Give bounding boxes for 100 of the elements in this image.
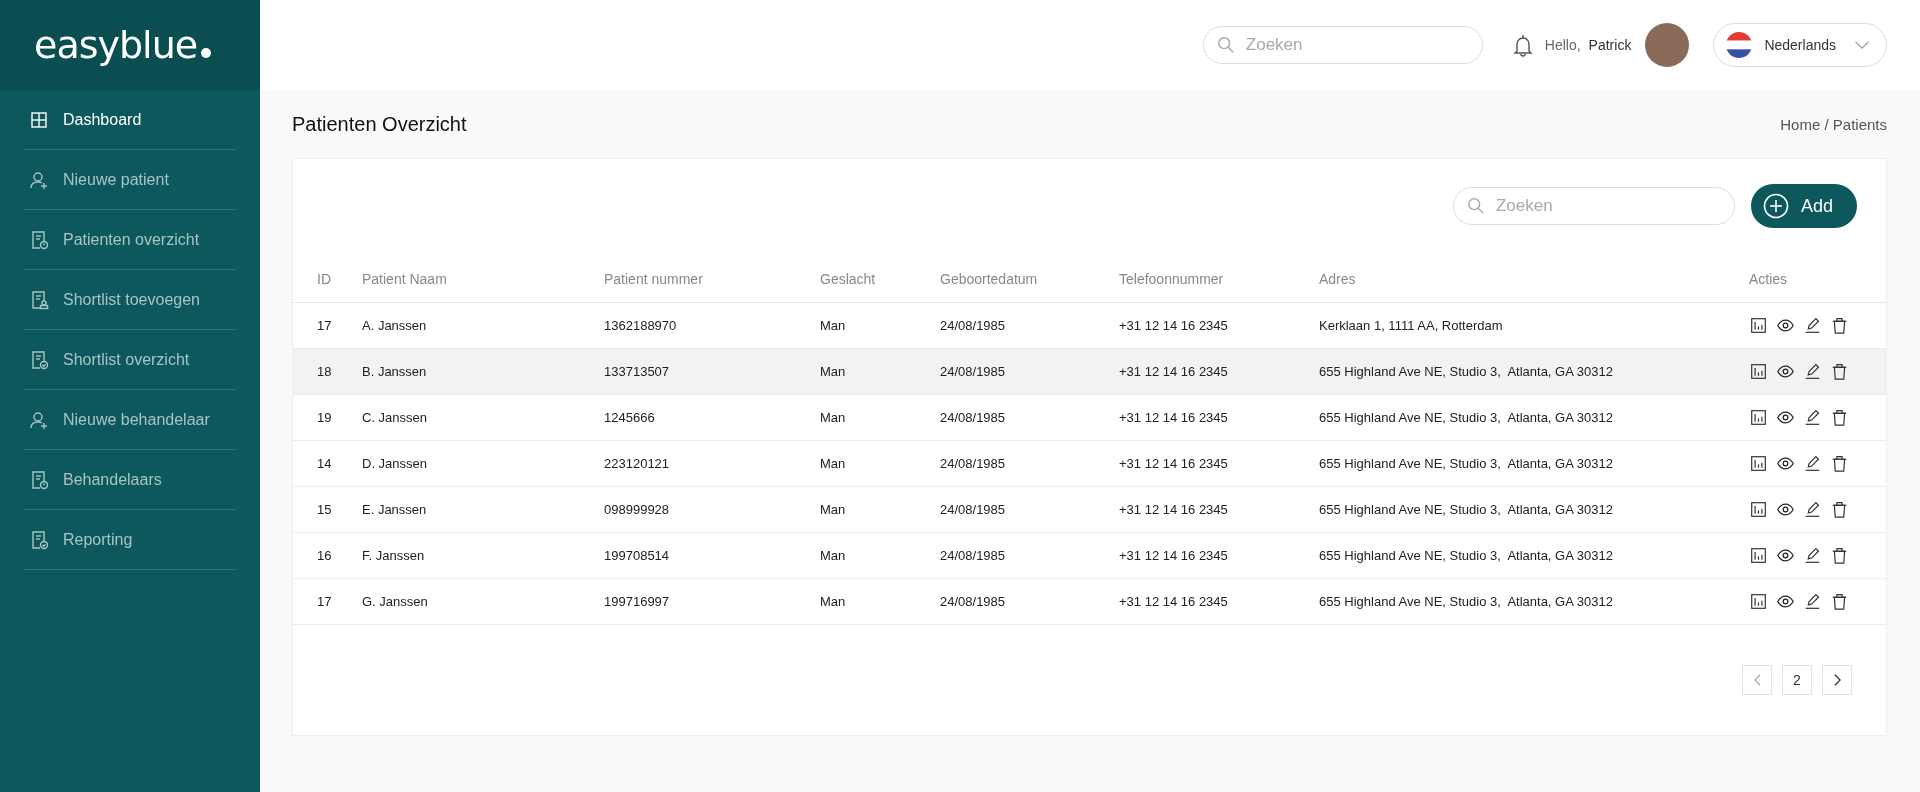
chart-icon[interactable] [1750,363,1767,380]
pencil-icon[interactable] [1804,363,1821,380]
document-icon [29,349,49,370]
table-cell-text: A. Janssen [362,318,428,333]
table-cell-text: +31 12 14 16 2345 [1119,456,1229,471]
table-cell-text: +31 12 14 16 2345 [1119,502,1229,517]
avatar[interactable] [1645,23,1690,67]
table-row[interactable]: 15 E. Janssen 098999928 Man 24/08/1985 +31 12 14 16 2345 655 Highland Ave NE, Studio 3, Atlanta, GA 30312 [293,487,1886,533]
chart-icon[interactable] [1750,501,1767,518]
column-header: Telefoonnummer [1119,271,1225,287]
table-cell-text: 223120121 [604,456,671,471]
table-cell-text: B. Janssen [362,364,428,379]
bell-icon[interactable] [1512,33,1533,57]
table-cell-text: C. Janssen [362,410,429,425]
table-cell-text: Man [820,364,847,379]
chart-icon[interactable] [1750,547,1767,564]
sidebar-item[interactable]: Shortlist toevoegen [24,270,236,330]
eye-icon[interactable] [1777,593,1794,610]
pencil-icon[interactable] [1804,409,1821,426]
table-cell-text: Man [820,318,847,333]
trash-icon[interactable] [1831,363,1848,380]
chart-icon[interactable] [1750,317,1767,334]
table-cell-text: 199708514 [604,548,671,563]
next-page-button[interactable] [1822,665,1852,695]
table-cell-text: 655 Highland Ave NE, Studio 3, Atlanta, GA 30312 [1319,594,1614,609]
eye-icon[interactable] [1777,547,1794,564]
table-cell-text: 1362188970 [604,318,678,333]
chevron-left-icon [1752,673,1762,687]
eye-icon[interactable] [1777,409,1794,426]
sidebar-item[interactable]: Behandelaars [24,450,236,510]
table-cell-text: F. Janssen [362,548,426,563]
column-header: Geboortedatum [940,271,1039,287]
sidebar-item[interactable]: Nieuwe patient [24,150,236,210]
chevron-down-icon [1854,40,1870,50]
trash-icon[interactable] [1831,501,1848,518]
table-cell-text: 655 Highland Ave NE, Studio 3, Atlanta, GA 30312 [1319,410,1614,425]
column-header: Geslacht [820,271,877,287]
search-field[interactable]: Zoeken [1452,187,1735,225]
table-row[interactable]: 18 B. Janssen 133713507 Man 24/08/1985 +31 12 14 16 2345 655 Highland Ave NE, Studio 3, Atlanta, GA 30312 [293,349,1886,395]
table-cell-text: 24/08/1985 [940,502,1007,517]
table-cell-text: 24/08/1985 [940,410,1007,425]
table-cell-text: 24/08/1985 [940,456,1007,471]
table-cell-text: Kerklaan 1, 1111 AA, Rotterdam [1319,318,1504,333]
sidebar-item[interactable]: Reporting [24,510,236,570]
table-row[interactable]: 16 F. Janssen 199708514 Man 24/08/1985 +31 12 14 16 2345 655 Highland Ave NE, Studio 3, Atlanta, GA 30312 [293,533,1886,579]
table-cell-text: D. Janssen [362,456,429,471]
document-icon [29,529,49,550]
pencil-icon[interactable] [1804,455,1821,472]
trash-icon[interactable] [1831,547,1848,564]
chart-icon[interactable] [1750,455,1767,472]
table-row[interactable]: 14 D. Janssen 223120121 Man 24/08/1985 +31 12 14 16 2345 655 Highland Ave NE, Studio 3, Atlanta, GA 30312 [293,441,1886,487]
eye-icon[interactable] [1777,317,1794,334]
table-cell-text: 15 [317,502,333,517]
trash-icon[interactable] [1831,317,1848,334]
user-add-icon [29,409,49,430]
user-name: Patrick [1588,37,1632,53]
page-title: Patienten Overzicht [292,112,467,136]
pencil-icon[interactable] [1804,317,1821,334]
eye-icon[interactable] [1777,501,1794,518]
document-icon [29,229,49,250]
table-cell-text: 24/08/1985 [940,548,1007,563]
table-cell-text: 24/08/1985 [940,318,1007,333]
column-header: Acties [1749,271,1789,287]
table-cell-text: 098999928 [604,502,671,517]
table-cell-text: +31 12 14 16 2345 [1119,410,1229,425]
table-cell-text: +31 12 14 16 2345 [1119,364,1229,379]
sidebar-item[interactable]: Shortlist overzicht [24,330,236,390]
column-header: ID [317,271,332,287]
sidebar-item[interactable]: Nieuwe behandelaar [24,390,236,450]
search-field[interactable]: Zoeken [1202,26,1483,64]
table-row[interactable]: 19 C. Janssen 1245666 Man 24/08/1985 +31 12 14 16 2345 655 Highland Ave NE, Studio 3, Atlanta, GA 30312 [293,395,1886,441]
table-cell-text: Man [820,548,847,563]
pencil-icon[interactable] [1804,501,1821,518]
table-cell-text: Man [820,502,847,517]
table-cell-text: 18 [317,364,333,379]
pencil-icon[interactable] [1804,547,1821,564]
table-cell-text: +31 12 14 16 2345 [1119,318,1229,333]
column-header: Patient Naam [362,271,448,287]
grid-icon [29,109,49,130]
pencil-icon[interactable] [1804,593,1821,610]
chart-icon[interactable] [1750,409,1767,426]
table-cell-text: +31 12 14 16 2345 [1119,548,1229,563]
table-row[interactable]: 17 G. Janssen 199716997 Man 24/08/1985 +31 12 14 16 2345 655 Highland Ave NE, Studio 3, Atlanta, GA 30312 [293,579,1886,625]
sidebar-item[interactable]: Patienten overzicht [24,210,236,270]
sidebar-item[interactable]: Dashboard [24,90,236,150]
eye-icon[interactable] [1777,363,1794,380]
trash-icon[interactable] [1831,593,1848,610]
table-cell-text: E. Janssen [362,502,428,517]
table-cell-text: 655 Highland Ave NE, Studio 3, Atlanta, GA 30312 [1319,456,1614,471]
table-cell-text: G. Janssen [362,594,429,609]
add-button[interactable]: Add [1750,184,1857,228]
chart-icon[interactable] [1750,593,1767,610]
breadcrumb: Home / Patients [1780,115,1887,133]
trash-icon[interactable] [1831,409,1848,426]
eye-icon[interactable] [1777,455,1794,472]
table-cell-text: 24/08/1985 [940,594,1007,609]
page-button[interactable]: 2 [1782,665,1812,695]
plus-circle-icon [1762,193,1789,219]
trash-icon[interactable] [1831,455,1848,472]
table-cell-text: +31 12 14 16 2345 [1119,594,1229,609]
